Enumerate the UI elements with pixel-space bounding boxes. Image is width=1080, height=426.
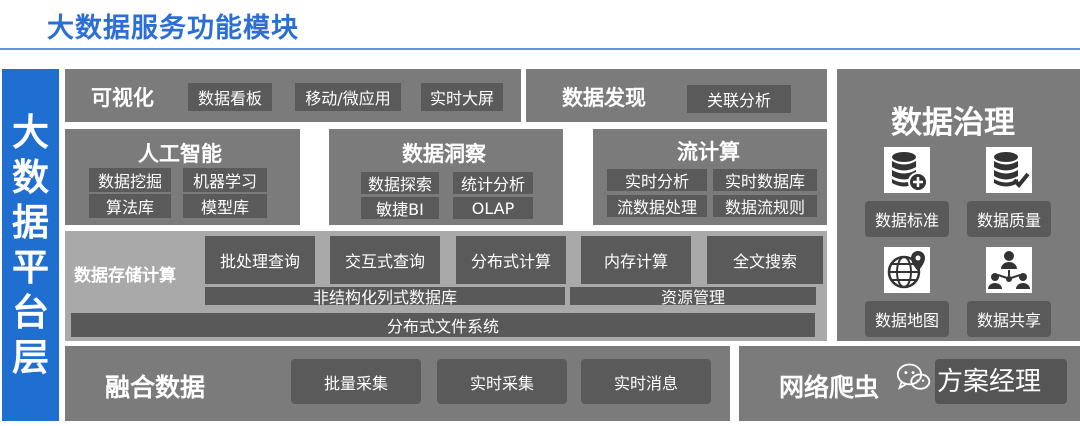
watermark-text: 方案经理	[937, 367, 1042, 397]
governance-item-map: 数据地图	[864, 247, 950, 337]
platform-layer-label: 大数据平台层	[12, 111, 49, 379]
people-network-icon	[986, 247, 1032, 293]
fusion-panel: 融合数据 批量采集 实时采集 实时消息	[65, 346, 730, 421]
storage-panel: 数据存储计算 批处理查询 交互式查询 分布式计算 内存计算 全文搜索 非结构化列…	[65, 231, 827, 341]
ai-item: 算法库	[89, 194, 171, 218]
resource-bar: 资源管理	[570, 287, 816, 307]
visualization-item: 实时大屏	[421, 83, 503, 111]
insight-item: OLAP	[453, 197, 533, 219]
database-check-icon	[986, 147, 1032, 193]
governance-item-share: 数据共享	[966, 247, 1052, 337]
ai-item: 机器学习	[183, 168, 267, 192]
ai-heading: 人工智能	[138, 142, 222, 166]
visualization-item: 移动/微应用	[295, 83, 401, 111]
governance-panel: 数据治理 数据标准 数据质量 数据地图 数据共享	[837, 69, 1080, 341]
stream-panel: 流计算 实时分析 实时数据库 流数据处理 数据流规则	[593, 129, 827, 225]
globe-pin-icon	[884, 247, 930, 293]
storage-item: 批处理查询	[205, 236, 315, 284]
page-title: 大数据服务功能模块	[47, 13, 299, 44]
governance-heading: 数据治理	[891, 105, 1015, 141]
insight-item: 数据探索	[361, 172, 439, 194]
governance-item-quality: 数据质量	[966, 147, 1052, 237]
dfs-bar: 分布式文件系统	[71, 313, 815, 337]
discovery-heading: 数据发现	[562, 86, 646, 110]
stream-item: 实时分析	[607, 169, 707, 191]
nosql-bar: 非结构化列式数据库	[205, 287, 565, 307]
storage-item: 分布式计算	[456, 236, 566, 284]
storage-heading: 数据存储计算	[74, 266, 176, 286]
fusion-item: 实时消息	[581, 359, 711, 404]
insight-heading: 数据洞察	[402, 142, 486, 166]
storage-item: 全文搜索	[707, 236, 823, 284]
stream-item: 数据流规则	[713, 195, 817, 217]
governance-label: 数据质量	[967, 201, 1051, 237]
stream-item: 实时数据库	[713, 169, 817, 191]
discovery-panel: 数据发现 关联分析	[526, 69, 827, 122]
storage-item: 内存计算	[581, 236, 691, 284]
wechat-icon	[896, 363, 931, 390]
ai-item: 模型库	[183, 194, 267, 218]
governance-label: 数据共享	[967, 301, 1051, 337]
governance-label: 数据标准	[865, 201, 949, 237]
visualization-heading: 可视化	[91, 86, 154, 110]
fusion-item: 实时采集	[437, 359, 567, 404]
title-divider	[0, 48, 1080, 50]
database-plus-icon	[884, 147, 930, 193]
insight-item: 敏捷BI	[361, 197, 439, 219]
discovery-item: 关联分析	[687, 85, 791, 113]
stream-heading: 流计算	[677, 140, 740, 164]
governance-label: 数据地图	[865, 301, 949, 337]
storage-item: 交互式查询	[330, 236, 440, 284]
platform-layer-bar: 大数据平台层	[2, 69, 59, 421]
stream-item: 流数据处理	[607, 195, 707, 217]
fusion-heading: 融合数据	[105, 373, 206, 402]
governance-item-standard: 数据标准	[864, 147, 950, 237]
insight-panel: 数据洞察 数据探索 统计分析 敏捷BI OLAP	[329, 129, 563, 225]
visualization-item: 数据看板	[188, 83, 272, 111]
insight-item: 统计分析	[453, 172, 533, 194]
ai-panel: 人工智能 数据挖掘 机器学习 算法库 模型库	[65, 129, 300, 225]
crawler-heading: 网络爬虫	[779, 373, 880, 402]
visualization-panel: 可视化 数据看板 移动/微应用 实时大屏	[65, 69, 521, 122]
ai-item: 数据挖掘	[89, 168, 171, 192]
fusion-item: 批量采集	[291, 359, 421, 404]
